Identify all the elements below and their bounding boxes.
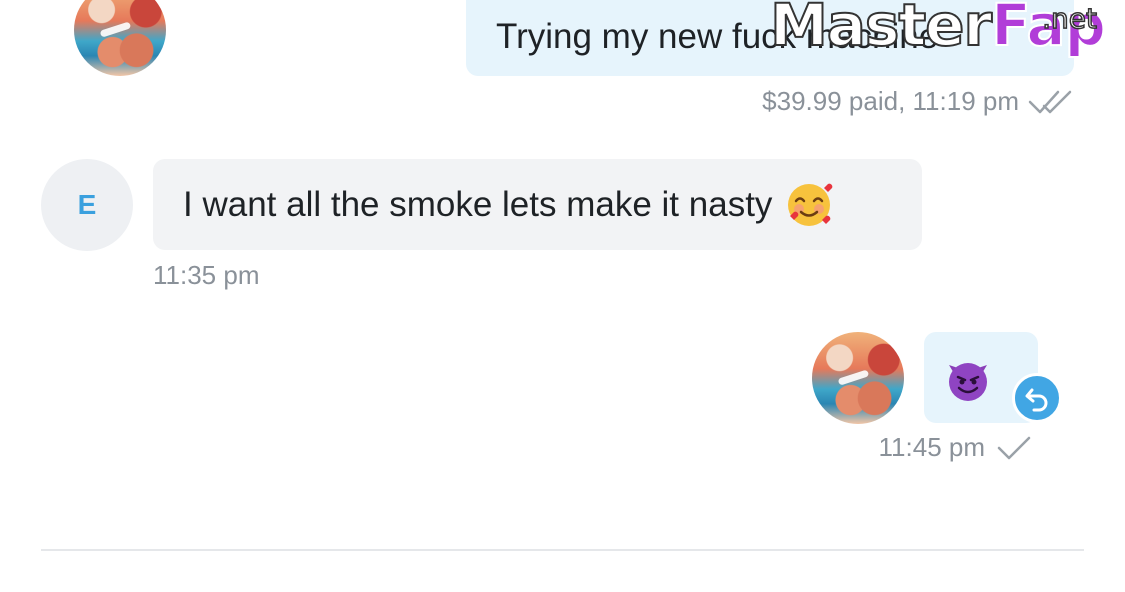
sender-avatar[interactable]: E: [41, 159, 133, 251]
watermark-part1: Master: [769, 0, 993, 59]
divider: [41, 549, 1084, 551]
message-bubble-incoming[interactable]: I want all the smoke lets make it nasty: [153, 159, 922, 250]
smiling-devil-icon: [943, 353, 993, 403]
user-avatar[interactable]: [812, 332, 904, 424]
avatar-detail: [837, 369, 870, 387]
double-check-icon: [1028, 88, 1074, 116]
message-timestamp: 11:45 pm: [878, 432, 985, 462]
watermark-suffix: .net: [1041, 1, 1097, 36]
sender-initial: E: [77, 189, 97, 220]
message-text: I want all the smoke lets make it nasty: [183, 184, 773, 224]
reply-button[interactable]: [1012, 373, 1062, 423]
smiling-face-with-hearts-icon: [786, 182, 833, 228]
message-meta: $39.99 paid, 11:19 pm: [762, 86, 1019, 117]
contact-avatar[interactable]: [74, 0, 166, 76]
message-timestamp: 11:35 pm: [153, 260, 260, 290]
avatar-detail: [99, 21, 132, 39]
paid-timestamp: $39.99 paid, 11:19 pm: [762, 86, 1019, 116]
reply-arrow-icon: [1023, 384, 1051, 412]
single-check-icon: [996, 434, 1032, 462]
